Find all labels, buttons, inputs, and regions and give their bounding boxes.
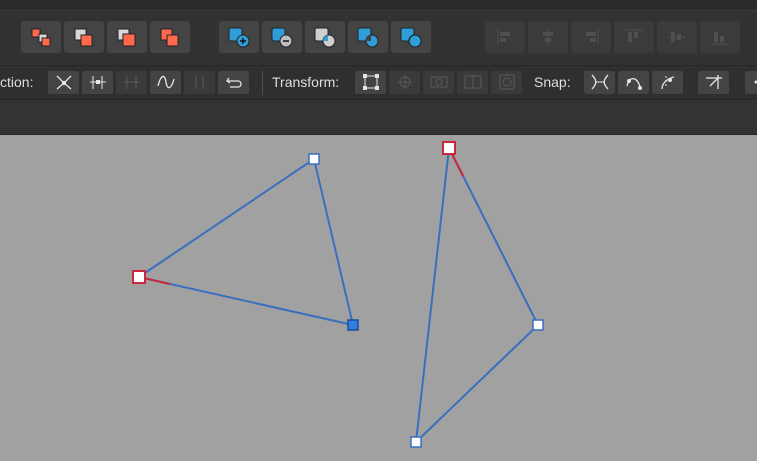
snap-handles-button[interactable] — [652, 71, 683, 94]
break-curve-icon — [195, 76, 204, 89]
align-right-button[interactable] — [571, 21, 611, 53]
node-start[interactable] — [132, 270, 146, 284]
arrange-front-button[interactable] — [150, 21, 190, 53]
transform-align-button[interactable] — [457, 71, 488, 94]
canvas-drawing — [132, 141, 544, 448]
geometry-add-icon — [228, 27, 250, 48]
arrange-forward-icon — [117, 28, 136, 47]
document-canvas[interactable] — [0, 135, 757, 461]
arrange-backward-icon — [74, 28, 93, 47]
transform-box-button[interactable] — [355, 71, 386, 94]
convert-smart-button[interactable] — [116, 71, 147, 94]
align-left-button[interactable] — [485, 21, 525, 53]
transform-view-button[interactable] — [423, 71, 454, 94]
node[interactable] — [308, 153, 320, 165]
align-bottom-button[interactable] — [700, 21, 740, 53]
align-middle-button[interactable] — [657, 21, 697, 53]
node[interactable] — [410, 436, 422, 448]
snap-nodes-icon — [591, 74, 609, 90]
transform-rotate-button[interactable] — [491, 71, 522, 94]
smooth-curve-button[interactable] — [150, 71, 181, 94]
align-bottom-icon — [711, 32, 729, 45]
close-curve-button[interactable] — [218, 71, 249, 94]
action-label: ction: — [0, 74, 34, 90]
break-curve-button[interactable] — [184, 71, 215, 94]
align-center-button[interactable] — [528, 21, 568, 53]
geometry-intersect-button[interactable] — [305, 21, 345, 53]
arrange-backward-button[interactable] — [64, 21, 104, 53]
main-toolbar — [0, 10, 757, 65]
more-icon — [754, 80, 757, 84]
align-top-icon — [625, 29, 643, 42]
transform-origin-button[interactable] — [389, 71, 420, 94]
node-selected[interactable] — [347, 319, 359, 331]
smooth-curve-icon — [157, 75, 175, 89]
align-nodes-icon — [464, 75, 482, 89]
crosshair-icon — [398, 75, 412, 89]
snapping-options-button[interactable] — [698, 71, 729, 94]
geometry-add-button[interactable] — [219, 21, 259, 53]
convert-smooth-icon — [90, 76, 106, 89]
node[interactable] — [532, 319, 544, 331]
geometry-subtract-button[interactable] — [262, 21, 302, 53]
arrange-back-icon — [31, 28, 51, 47]
transform-label: Transform: — [272, 74, 340, 90]
snap-handles-icon — [661, 76, 675, 90]
convert-smooth-button[interactable] — [82, 71, 113, 94]
align-middle-icon — [668, 32, 686, 42]
close-curve-icon — [226, 77, 242, 88]
more-snap-button[interactable] — [745, 71, 757, 94]
arrange-back-button[interactable] — [21, 21, 61, 53]
snap-label: Snap: — [534, 74, 571, 90]
geometry-divide-icon — [400, 27, 422, 48]
align-center-icon — [543, 29, 553, 45]
convert-smart-icon — [124, 76, 140, 89]
rotate-icon — [499, 74, 515, 90]
snap-to-nodes-button[interactable] — [584, 71, 615, 94]
transform-box-icon — [363, 74, 379, 90]
arrange-forward-button[interactable] — [107, 21, 147, 53]
convert-sharp-button[interactable] — [48, 71, 79, 94]
geometry-divide-button[interactable] — [391, 21, 431, 53]
snap-options-icon — [706, 75, 722, 89]
secondary-toolbar — [0, 100, 757, 135]
geometry-xor-button[interactable] — [348, 21, 388, 53]
context-toolbar: ction: Transform: Snap: — [0, 65, 757, 100]
geometry-subtract-icon — [271, 27, 293, 48]
align-top-button[interactable] — [614, 21, 654, 53]
geometry-xor-icon — [357, 27, 379, 48]
align-right-icon — [586, 29, 599, 45]
toolbar-separator — [262, 71, 263, 95]
node-start[interactable] — [442, 141, 456, 155]
window-top-strip — [0, 0, 757, 10]
snap-to-curves-button[interactable] — [618, 71, 649, 94]
curve-right-triangle[interactable] — [414, 147, 540, 445]
geometry-intersect-icon — [314, 27, 336, 48]
eye-icon — [430, 76, 448, 88]
align-left-icon — [497, 29, 510, 45]
arrange-front-icon — [160, 28, 179, 47]
snap-curve-icon — [626, 77, 642, 90]
convert-sharp-icon — [56, 75, 72, 90]
curve-left-triangle[interactable] — [138, 157, 355, 327]
